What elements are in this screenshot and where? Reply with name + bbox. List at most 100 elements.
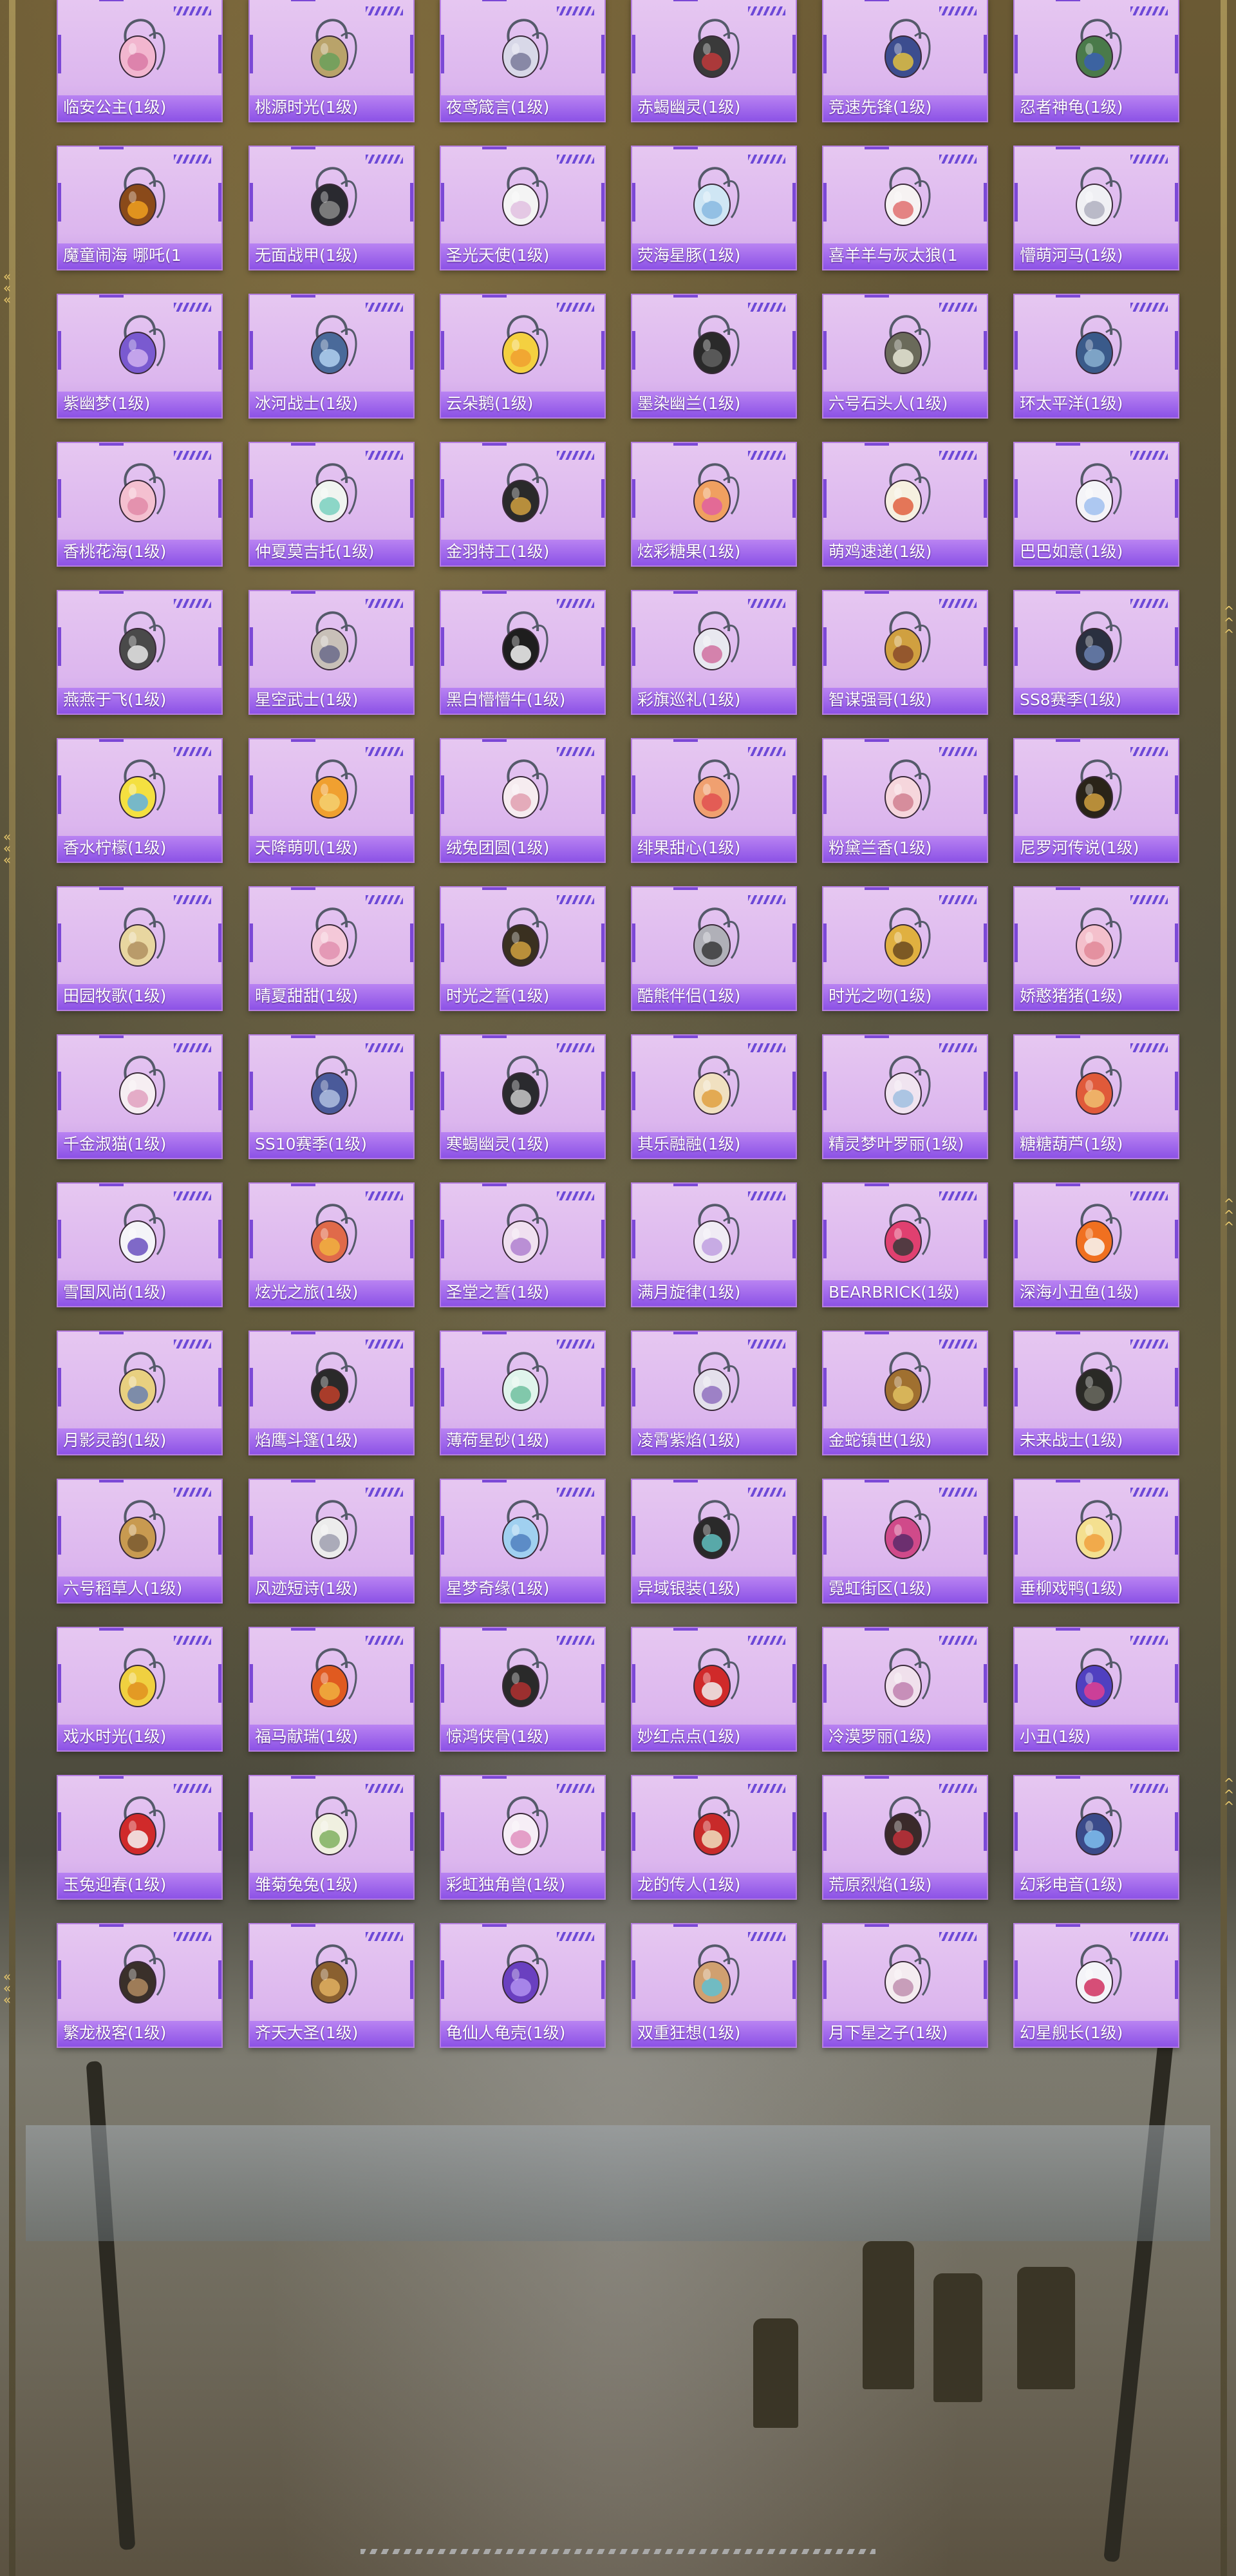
backpack-card[interactable]: 六号稻草人(1级) <box>57 1479 223 1604</box>
rarity-stripes-icon <box>174 1488 211 1497</box>
backpack-card[interactable]: 戏水时光(1级) <box>57 1627 223 1752</box>
backpack-card[interactable]: 满月旋律(1级) <box>631 1182 797 1307</box>
backpack-card[interactable]: 未来战士(1级) <box>1013 1331 1179 1455</box>
bag-violet-flame-icon <box>686 1343 742 1418</box>
backpack-card[interactable]: 薄荷星砂(1级) <box>440 1331 606 1455</box>
backpack-card[interactable]: 金蛇镇世(1级) <box>822 1331 988 1455</box>
backpack-card[interactable]: 赤蝎幽灵(1级) <box>631 0 797 122</box>
backpack-card[interactable]: 精灵梦叶罗丽(1级) <box>822 1034 988 1159</box>
backpack-card[interactable]: 月下星之子(1级) <box>822 1923 988 2048</box>
backpack-card[interactable]: 冷漠罗丽(1级) <box>822 1627 988 1752</box>
backpack-card[interactable]: 魔童闹海 哪吒(1 <box>57 146 223 270</box>
backpack-card[interactable]: 绒兔团圆(1级) <box>440 738 606 863</box>
backpack-card[interactable]: 繁龙极客(1级) <box>57 1923 223 2048</box>
bag-golden-agent-icon <box>495 455 550 529</box>
backpack-card[interactable]: 惊鸿侠骨(1级) <box>440 1627 606 1752</box>
backpack-card[interactable]: 小丑(1级) <box>1013 1627 1179 1752</box>
backpack-name: 夜鸢箴言(1级) <box>446 98 550 117</box>
backpack-card[interactable]: 桃源时光(1级) <box>248 0 415 122</box>
backpack-card[interactable]: 星空武士(1级) <box>248 590 415 715</box>
backpack-card[interactable]: 霓虹街区(1级) <box>822 1479 988 1604</box>
backpack-card[interactable]: 尼罗河传说(1级) <box>1013 738 1179 863</box>
backpack-card[interactable]: 幻星舰长(1级) <box>1013 1923 1179 2048</box>
backpack-card[interactable]: 酷熊伴侣(1级) <box>631 886 797 1011</box>
backpack-card[interactable]: 紫幽梦(1级) <box>57 294 223 419</box>
card-notch-left <box>58 183 61 222</box>
backpack-card[interactable]: 时光之吻(1级) <box>822 886 988 1011</box>
backpack-card[interactable]: 娇憨猪猪(1级) <box>1013 886 1179 1011</box>
backpack-card[interactable]: 云朵鹅(1级) <box>440 294 606 419</box>
backpack-card[interactable]: 环太平洋(1级) <box>1013 294 1179 419</box>
backpack-card[interactable]: 异域银装(1级) <box>631 1479 797 1604</box>
backpack-card[interactable]: 双重狂想(1级) <box>631 1923 797 2048</box>
backpack-card[interactable]: 幻彩电音(1级) <box>1013 1775 1179 1900</box>
card-top-marker <box>673 0 698 1</box>
backpack-card[interactable]: 寒蝎幽灵(1级) <box>440 1034 606 1159</box>
backpack-card[interactable]: 懵萌河马(1级) <box>1013 146 1179 270</box>
backpack-card[interactable]: 粉黛兰香(1级) <box>822 738 988 863</box>
backpack-card[interactable]: 萌鸡速递(1级) <box>822 442 988 567</box>
backpack-card[interactable]: SS10赛季(1级) <box>248 1034 415 1159</box>
backpack-card[interactable]: 无面战甲(1级) <box>248 146 415 270</box>
backpack-card[interactable]: 巴巴如意(1级) <box>1013 442 1179 567</box>
backpack-card[interactable]: 天降萌叽(1级) <box>248 738 415 863</box>
backpack-card[interactable]: 夜鸢箴言(1级) <box>440 0 606 122</box>
backpack-card[interactable]: 龙的传人(1级) <box>631 1775 797 1900</box>
backpack-card[interactable]: 墨染幽兰(1级) <box>631 294 797 419</box>
backpack-card[interactable]: SS8赛季(1级) <box>1013 590 1179 715</box>
card-notch-right <box>792 1960 796 1999</box>
backpack-card[interactable]: 喜羊羊与灰太狼(1 <box>822 146 988 270</box>
backpack-card[interactable]: 风迹短诗(1级) <box>248 1479 415 1604</box>
backpack-card[interactable]: 玉兔迎春(1级) <box>57 1775 223 1900</box>
backpack-name: 环太平洋(1级) <box>1020 394 1123 413</box>
backpack-card[interactable]: 六号石头人(1级) <box>822 294 988 419</box>
card-notch-right <box>410 1220 413 1258</box>
backpack-card[interactable]: 黑白懵懵牛(1级) <box>440 590 606 715</box>
backpack-card[interactable]: 焰鹰斗篷(1级) <box>248 1331 415 1455</box>
bag-mint-icon <box>495 1343 550 1418</box>
backpack-card[interactable]: 荒原烈焰(1级) <box>822 1775 988 1900</box>
backpack-card[interactable]: 圣光天使(1级) <box>440 146 606 270</box>
backpack-card[interactable]: 糖糖葫芦(1级) <box>1013 1034 1179 1159</box>
backpack-card[interactable]: 凌霄紫焰(1级) <box>631 1331 797 1455</box>
backpack-card[interactable]: 田园牧歌(1级) <box>57 886 223 1011</box>
backpack-card[interactable]: 妙红点点(1级) <box>631 1627 797 1752</box>
backpack-card[interactable]: 香桃花海(1级) <box>57 442 223 567</box>
backpack-card[interactable]: BEARBRICK(1级) <box>822 1182 988 1307</box>
backpack-card[interactable]: 竞速先锋(1级) <box>822 0 988 122</box>
backpack-card[interactable]: 荧海星豚(1级) <box>631 146 797 270</box>
backpack-card[interactable]: 垂柳戏鸭(1级) <box>1013 1479 1179 1604</box>
backpack-card[interactable]: 星梦奇缘(1级) <box>440 1479 606 1604</box>
backpack-card[interactable]: 深海小丑鱼(1级) <box>1013 1182 1179 1307</box>
backpack-card[interactable]: 燕燕于飞(1级) <box>57 590 223 715</box>
backpack-card[interactable]: 福马献瑞(1级) <box>248 1627 415 1752</box>
backpack-card[interactable]: 彩虹独角兽(1级) <box>440 1775 606 1900</box>
backpack-card[interactable]: 仲夏莫吉托(1级) <box>248 442 415 567</box>
card-notch-left <box>1015 35 1018 73</box>
bag-wasteland-flame-icon <box>877 1788 933 1862</box>
backpack-card[interactable]: 智谋强哥(1级) <box>822 590 988 715</box>
backpack-card[interactable]: 冰河战士(1级) <box>248 294 415 419</box>
backpack-card[interactable]: 月影灵韵(1级) <box>57 1331 223 1455</box>
backpack-card[interactable]: 圣堂之誓(1级) <box>440 1182 606 1307</box>
backpack-card[interactable]: 千金淑猫(1级) <box>57 1034 223 1159</box>
bag-stone-man-icon <box>877 307 933 381</box>
backpack-card[interactable]: 其乐融融(1级) <box>631 1034 797 1159</box>
card-notch-left <box>1015 775 1018 814</box>
card-top-marker <box>673 295 698 298</box>
backpack-card[interactable]: 齐天大圣(1级) <box>248 1923 415 2048</box>
rarity-stripes-icon <box>557 747 594 756</box>
backpack-card[interactable]: 绯果甜心(1级) <box>631 738 797 863</box>
backpack-card[interactable]: 忍者神龟(1级) <box>1013 0 1179 122</box>
backpack-card[interactable]: 临安公主(1级) <box>57 0 223 122</box>
backpack-card[interactable]: 雪国风尚(1级) <box>57 1182 223 1307</box>
backpack-card[interactable]: 炫光之旅(1级) <box>248 1182 415 1307</box>
backpack-card[interactable]: 金羽特工(1级) <box>440 442 606 567</box>
backpack-card[interactable]: 雏菊兔兔(1级) <box>248 1775 415 1900</box>
backpack-card[interactable]: 香水柠檬(1级) <box>57 738 223 863</box>
backpack-card[interactable]: 炫彩糖果(1级) <box>631 442 797 567</box>
backpack-card[interactable]: 时光之誓(1级) <box>440 886 606 1011</box>
backpack-card[interactable]: 彩旗巡礼(1级) <box>631 590 797 715</box>
backpack-card[interactable]: 龟仙人龟壳(1级) <box>440 1923 606 2048</box>
backpack-card[interactable]: 晴夏甜甜(1级) <box>248 886 415 1011</box>
